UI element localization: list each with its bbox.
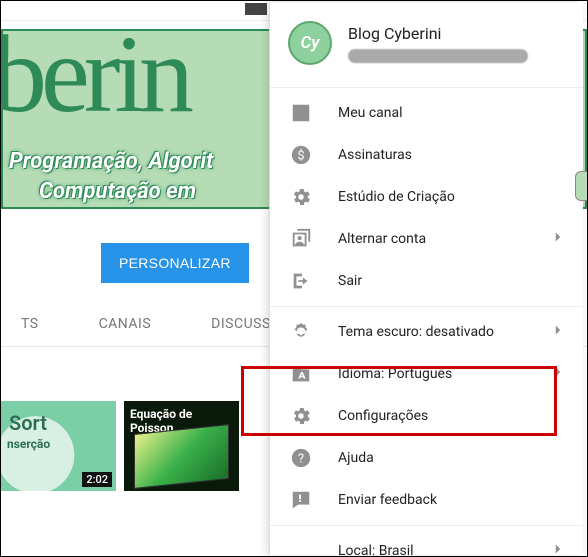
dollar-icon: $: [290, 144, 312, 166]
customize-channel-button[interactable]: PERSONALIZAR: [101, 243, 249, 283]
menu-item-label: Enviar feedback: [338, 492, 567, 508]
avatar-initials: Cy: [301, 33, 320, 53]
help-icon: ?: [290, 447, 312, 469]
switch-account-icon: [290, 228, 312, 250]
thumb-subtitle: nserção: [7, 437, 50, 451]
menu-item-language[interactable]: Idioma: Português: [270, 353, 583, 395]
brightness-icon: [290, 321, 312, 343]
menu-item-label: Tema escuro: desativado: [338, 324, 523, 340]
avatar[interactable]: Cy: [288, 21, 332, 65]
menu-item-label: Assinaturas: [338, 147, 567, 163]
menu-item-label: Estúdio de Criação: [338, 189, 567, 205]
video-thumbnail[interactable]: Equação de Poisson: [124, 401, 239, 491]
keyboard-icon[interactable]: [245, 3, 267, 15]
svg-text:?: ?: [298, 452, 304, 467]
thumb-graphic: [134, 424, 229, 489]
translate-icon: [290, 363, 312, 385]
tab-item[interactable]: TS: [21, 316, 39, 332]
side-handle[interactable]: [575, 171, 587, 201]
separator: [270, 87, 583, 88]
chevron-right-icon: [549, 540, 567, 555]
exit-icon: [290, 270, 312, 292]
menu-item-label: Configurações: [338, 408, 567, 424]
menu-item-my-channel[interactable]: Meu canal: [270, 92, 583, 134]
menu-item-subscriptions[interactable]: $ Assinaturas: [270, 134, 583, 176]
feedback-icon: [290, 489, 312, 511]
chevron-right-icon: [549, 228, 567, 250]
video-thumbnails: Sort nserção 2:02 Equação de Poisson: [1, 401, 239, 491]
menu-item-label: Alternar conta: [338, 231, 523, 247]
gear-icon: [290, 186, 312, 208]
account-menu-panel: Cy Blog Cyberini Meu canal $ Assinaturas…: [269, 3, 583, 555]
separator: [270, 525, 583, 526]
menu-item-label: Idioma: Português: [338, 366, 523, 382]
menu-item-label: Meu canal: [338, 105, 567, 121]
tab-item[interactable]: CANAIS: [99, 316, 152, 332]
menu-item-switch-account[interactable]: Alternar conta: [270, 218, 583, 260]
menu-item-settings[interactable]: Configurações: [270, 395, 583, 437]
person-box-icon: [290, 102, 312, 124]
menu-item-label: Sair: [338, 273, 567, 289]
banner-subtitle-1: Programação, Algorit: [9, 149, 213, 174]
banner-subtitle-2: Computação em: [39, 179, 196, 204]
svg-text:$: $: [297, 149, 304, 164]
thumb-title: Sort: [9, 411, 47, 435]
menu-item-sign-out[interactable]: Sair: [270, 260, 583, 302]
menu-item-location[interactable]: Local: Brasil: [270, 530, 583, 555]
account-email-blurred: [348, 49, 528, 63]
menu-item-label: Ajuda: [338, 450, 567, 466]
menu-item-studio[interactable]: Estúdio de Criação: [270, 176, 583, 218]
menu-item-dark-theme[interactable]: Tema escuro: desativado: [270, 311, 583, 353]
gear-icon: [290, 405, 312, 427]
banner-title: yberin: [1, 29, 188, 138]
menu-item-help[interactable]: ? Ajuda: [270, 437, 583, 479]
video-duration: 2:02: [82, 472, 112, 487]
separator: [270, 306, 583, 307]
account-name: Blog Cyberini: [348, 24, 567, 43]
chevron-right-icon: [549, 321, 567, 343]
menu-item-label: Local: Brasil: [338, 543, 523, 555]
menu-item-feedback[interactable]: Enviar feedback: [270, 479, 583, 521]
video-thumbnail[interactable]: Sort nserção 2:02: [1, 401, 116, 491]
account-header: Cy Blog Cyberini: [270, 3, 583, 83]
blank-icon: [290, 540, 312, 555]
chevron-right-icon: [549, 363, 567, 385]
